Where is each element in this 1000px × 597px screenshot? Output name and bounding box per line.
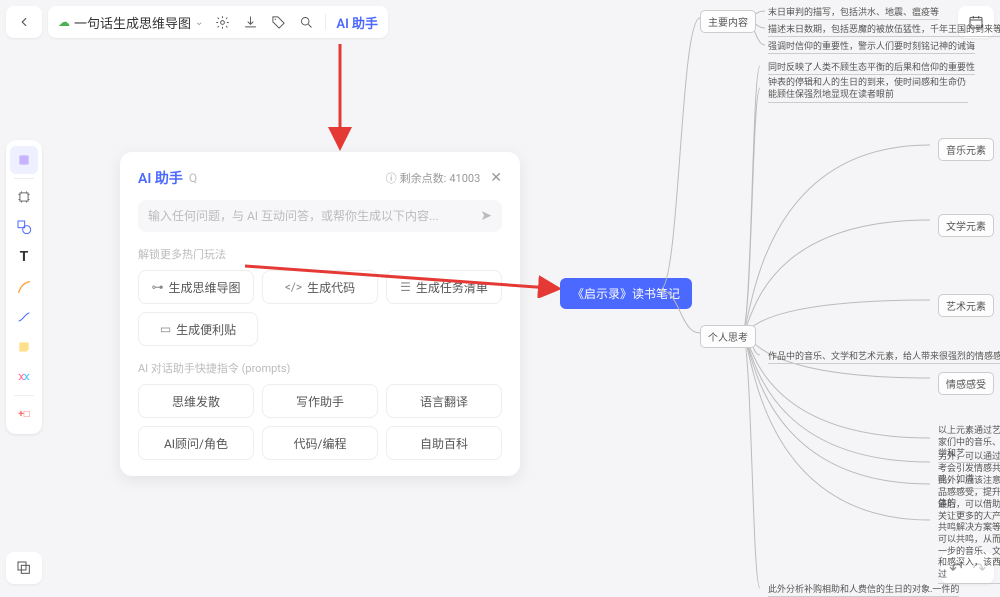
mindmap-icon: ⊶ bbox=[151, 280, 163, 294]
mm-leaf[interactable]: 最后，可以借助相关让更多的人产生共鸣解决方案等，可以共鸣，从而进一步的音乐、文学… bbox=[938, 500, 1000, 584]
generate-sticky-button[interactable]: ▭ 生成便利贴 bbox=[138, 312, 258, 346]
text-tool[interactable]: T bbox=[10, 243, 38, 271]
connector-tool[interactable] bbox=[10, 303, 38, 331]
tasks-icon: ☰ bbox=[400, 280, 411, 294]
ai-assistant-toolbar-button[interactable]: AI 助手 bbox=[336, 13, 378, 32]
document-title[interactable]: ☁ 一句话生成思维导图 ⌄ bbox=[58, 13, 203, 32]
mm-node-personal[interactable]: 个人思考 bbox=[700, 325, 756, 348]
generate-mindmap-button[interactable]: ⊶ 生成思维导图 bbox=[138, 270, 254, 304]
mm-node-art[interactable]: 艺术元素 bbox=[938, 294, 994, 317]
ai-panel-title: AI 助手 bbox=[138, 168, 183, 188]
mindmap-canvas[interactable]: 主要内容 个人思考 末日审判的描写，包括洪水、地震、瘟疫等 描述末日数期，包括恶… bbox=[660, 0, 1000, 594]
layers-button[interactable] bbox=[6, 552, 42, 584]
generate-tasks-button[interactable]: ☰ 生成任务清单 bbox=[386, 270, 502, 304]
action-label: 生成任务清单 bbox=[416, 279, 488, 296]
download-icon[interactable] bbox=[241, 13, 259, 31]
prompt-write[interactable]: 写作助手 bbox=[262, 384, 378, 418]
tag-icon[interactable] bbox=[269, 13, 287, 31]
action-label: 生成便利贴 bbox=[176, 321, 236, 338]
help-icon[interactable]: Q bbox=[189, 171, 197, 185]
points-label: 剩余点数: bbox=[400, 170, 447, 186]
mm-leaf[interactable]: 同时反映了人类不顾生态平衡的后果和信仰的重要性 bbox=[768, 60, 975, 75]
generate-code-button[interactable]: </> 生成代码 bbox=[262, 270, 378, 304]
arrow-down bbox=[320, 44, 360, 154]
code-icon: </> bbox=[285, 280, 302, 294]
search-icon[interactable] bbox=[297, 13, 315, 31]
prompt-diverge[interactable]: 思维发散 bbox=[138, 384, 254, 418]
mm-leaf[interactable]: 钟表的停辑和人的生日的到来，使时间感和生命仍能顾住保强烈地显现在读者眼前 bbox=[768, 78, 968, 103]
sticky-icon: ▭ bbox=[160, 322, 171, 336]
prompts-section-label: AI 对话助手快捷指令 (prompts) bbox=[138, 360, 502, 376]
ai-assistant-panel: AI 助手 Q ⓘ 剩余点数: 41003 ✕ ➤ 解锁更多热门玩法 ⊶ 生成思维… bbox=[120, 152, 520, 476]
mm-node-literature[interactable]: 文学元素 bbox=[938, 214, 994, 237]
top-toolbar: ☁ 一句话生成思维导图 ⌄ AI 助手 bbox=[6, 6, 388, 38]
ai-panel-header: AI 助手 Q ⓘ 剩余点数: 41003 ✕ bbox=[138, 168, 502, 188]
cloud-icon: ☁ bbox=[58, 15, 70, 29]
mindmap-tool[interactable] bbox=[10, 363, 38, 391]
action-label: 生成思维导图 bbox=[168, 279, 240, 296]
select-tool[interactable] bbox=[10, 146, 38, 174]
ai-prompt-input[interactable] bbox=[148, 209, 480, 223]
prompt-coding[interactable]: 代码/编程 bbox=[262, 426, 378, 460]
close-button[interactable]: ✕ bbox=[490, 170, 502, 186]
action-label: 生成代码 bbox=[307, 279, 355, 296]
ai-input-container: ➤ bbox=[138, 200, 502, 232]
prompt-translate[interactable]: 语言翻译 bbox=[386, 384, 502, 418]
prompt-consult[interactable]: AI顾问/角色 bbox=[138, 426, 254, 460]
mm-leaf[interactable]: 此外分析补购相助和人费信的生日的对象.一件的 bbox=[768, 582, 959, 597]
left-toolbar: T +□ bbox=[6, 140, 42, 434]
mm-leaf[interactable]: 末日审判的描写，包括洪水、地震、瘟疫等 bbox=[768, 5, 939, 20]
layers-icon bbox=[16, 560, 32, 576]
settings-icon[interactable] bbox=[213, 13, 231, 31]
send-button[interactable]: ➤ bbox=[480, 208, 492, 224]
pen-tool[interactable] bbox=[10, 273, 38, 301]
hot-features-label: 解锁更多热门玩法 bbox=[138, 246, 502, 262]
title-group: ☁ 一句话生成思维导图 ⌄ AI 助手 bbox=[48, 6, 388, 38]
mm-node-emotion[interactable]: 情感感受 bbox=[938, 372, 994, 395]
mm-leaf[interactable]: 强调时信仰的重要性，警示人们要时刻铭记神的诫诲 bbox=[768, 39, 975, 54]
sticky-tool[interactable] bbox=[10, 333, 38, 361]
add-tool[interactable]: +□ bbox=[10, 400, 38, 428]
points-value: 41003 bbox=[449, 172, 480, 185]
title-text: 一句话生成思维导图 bbox=[74, 13, 191, 32]
shape-tool[interactable] bbox=[10, 213, 38, 241]
separator bbox=[14, 178, 34, 179]
chevron-left-icon bbox=[17, 15, 31, 29]
mm-node-main-content[interactable]: 主要内容 bbox=[700, 10, 756, 33]
prompt-wiki[interactable]: 自助百科 bbox=[386, 426, 502, 460]
separator bbox=[14, 395, 34, 396]
frame-tool[interactable] bbox=[10, 183, 38, 211]
separator bbox=[325, 14, 326, 30]
info-icon: ⓘ bbox=[386, 170, 397, 186]
mm-leaf[interactable]: 描述末日数期，包括恶魔的被放伍猛性，千年王国的到来等 bbox=[768, 22, 1000, 37]
points-remaining: ⓘ 剩余点数: 41003 bbox=[386, 170, 481, 186]
back-button[interactable] bbox=[6, 6, 42, 38]
mm-leaf[interactable]: 作品中的音乐、文学和艺术元素，给人带来很强烈的情感感受 bbox=[768, 349, 1000, 364]
chevron-down-icon: ⌄ bbox=[195, 17, 203, 28]
mm-node-music[interactable]: 音乐元素 bbox=[938, 138, 994, 161]
